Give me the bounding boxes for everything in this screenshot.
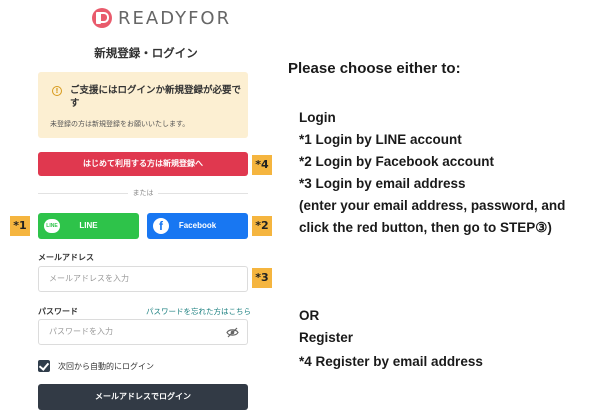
instruction-line-4: (enter your email address, password, and — [299, 198, 566, 213]
eye-off-icon[interactable] — [226, 327, 239, 338]
line-button-label: LINE — [79, 221, 98, 230]
email-field[interactable]: メールアドレスを入力 — [38, 266, 248, 292]
register-button[interactable]: はじめて利用する方は新規登録へ — [38, 152, 248, 176]
notice-sub-text: 未登録の方は新規登録をお願いいたします。 — [50, 120, 190, 128]
logo-text: READYFOR — [118, 7, 232, 29]
instruction-line-1: *1 Login by LINE account — [299, 132, 462, 147]
notice-main-text: ご支援にはログインか新規登録が必要です — [70, 85, 242, 109]
instructions-heading: Please choose either to: — [288, 60, 461, 77]
line-icon: LINE — [44, 219, 60, 233]
or-divider: または — [38, 188, 248, 198]
or-text: OR — [299, 308, 320, 323]
facebook-icon: f — [153, 218, 169, 234]
line-login-button[interactable]: LINE LINE — [38, 213, 139, 239]
login-heading: Login — [299, 110, 336, 125]
forgot-password-link[interactable]: パスワードを忘れた方はこちら — [146, 306, 251, 317]
instruction-line-2: *2 Login by Facebook account — [299, 154, 495, 169]
register-heading: Register — [299, 330, 354, 345]
divider-text: または — [132, 189, 154, 197]
facebook-button-label: Facebook — [178, 221, 217, 230]
readyfor-logo: READYFOR — [92, 6, 231, 30]
tag-4: *4 — [252, 155, 272, 175]
facebook-login-button[interactable]: f Facebook — [147, 213, 248, 239]
email-label: メールアドレス — [38, 253, 94, 262]
password-label: パスワード — [38, 307, 78, 316]
tag-3: *3 — [252, 268, 272, 288]
instruction-line-3: *3 Login by email address — [299, 176, 466, 191]
email-login-button[interactable]: メールアドレスでログイン — [38, 384, 248, 410]
remember-label: 次回から自動的にログイン — [58, 362, 154, 371]
readyfor-logo-icon — [92, 8, 112, 28]
tag-1: *1 — [10, 216, 30, 236]
login-required-notice: ! ご支援にはログインか新規登録が必要です 未登録の方は新規登録をお願いいたしま… — [38, 72, 248, 138]
instruction-line-5: click the red button, then go to STEP③) — [299, 220, 552, 235]
remember-checkbox[interactable] — [38, 360, 50, 372]
info-icon: ! — [52, 86, 62, 96]
login-panel: READYFOR 新規登録・ログイン ! ご支援にはログインか新規登録が必要です… — [20, 0, 272, 414]
tag-2: *2 — [252, 216, 272, 236]
password-field[interactable]: パスワードを入力 — [38, 319, 248, 345]
page-title: 新規登録・ログイン — [94, 46, 198, 60]
instruction-line-6: *4 Register by email address — [299, 354, 483, 369]
